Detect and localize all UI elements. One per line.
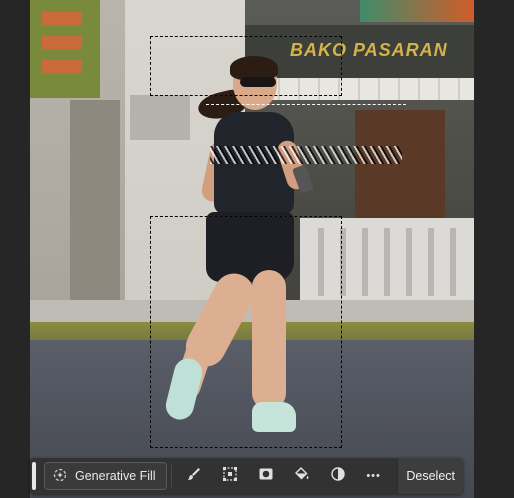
generative-fill-button[interactable]: Generative Fill [44, 462, 167, 490]
selection-marquee-top[interactable] [150, 36, 342, 96]
more-options-button[interactable]: ••• [356, 462, 392, 490]
selection-band-middle[interactable] [210, 146, 402, 164]
adjustment-layer-button[interactable] [320, 462, 356, 490]
transform-selection-button[interactable] [212, 462, 248, 490]
taskbar-separator [170, 465, 172, 487]
more-icon: ••• [366, 470, 381, 482]
mask-icon [258, 466, 274, 487]
adjustment-icon [330, 466, 346, 487]
selection-edge-dots [206, 104, 406, 108]
document-canvas[interactable]: BAKO PASARAN [0, 0, 514, 498]
modify-selection-brush-button[interactable] [176, 462, 212, 490]
taskbar-drag-handle[interactable] [32, 462, 36, 490]
sparkle-icon [53, 468, 67, 485]
brush-icon [186, 466, 202, 487]
fill-selection-button[interactable] [284, 462, 320, 490]
photo-layer[interactable]: BAKO PASARAN [30, 0, 474, 498]
selection-marquee-bottom[interactable] [150, 216, 342, 448]
deselect-button[interactable]: Deselect [397, 458, 463, 494]
create-mask-button[interactable] [248, 462, 284, 490]
contextual-taskbar: Generative Fill ••• Deselect [30, 458, 463, 494]
transform-selection-icon [222, 466, 238, 487]
generative-fill-label: Generative Fill [75, 469, 156, 483]
fill-bucket-icon [294, 466, 310, 487]
